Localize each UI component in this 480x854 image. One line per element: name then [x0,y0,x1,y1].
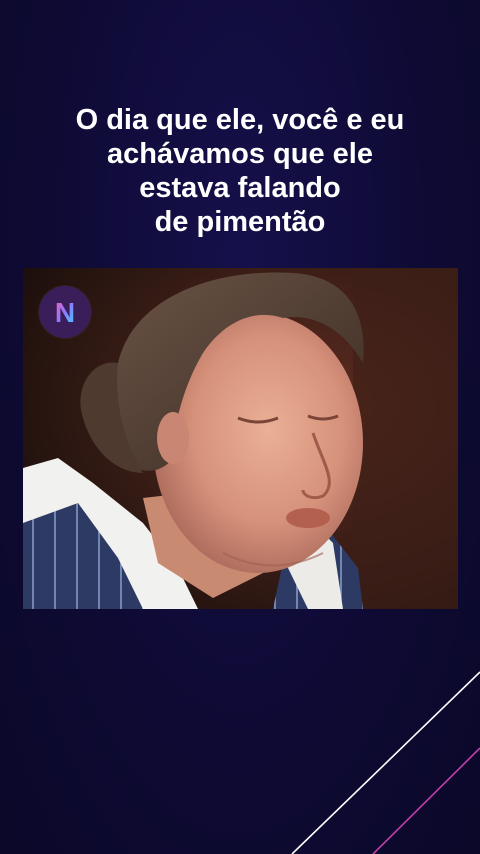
reel-page: O dia que ele, você e eu achávamos que e… [0,0,480,854]
caption-line-3: estava falando [139,172,341,204]
logo-letter: N [55,297,75,328]
caption-line-4: de pimentão [154,206,326,238]
n-brand-logo-icon: N [39,286,91,338]
caption-line-2: achávamos que ele [107,138,373,170]
caption-line-1: O dia que ele, você e eu [75,104,405,136]
caption-text: O dia que ele, você e eu achávamos que e… [20,103,460,239]
